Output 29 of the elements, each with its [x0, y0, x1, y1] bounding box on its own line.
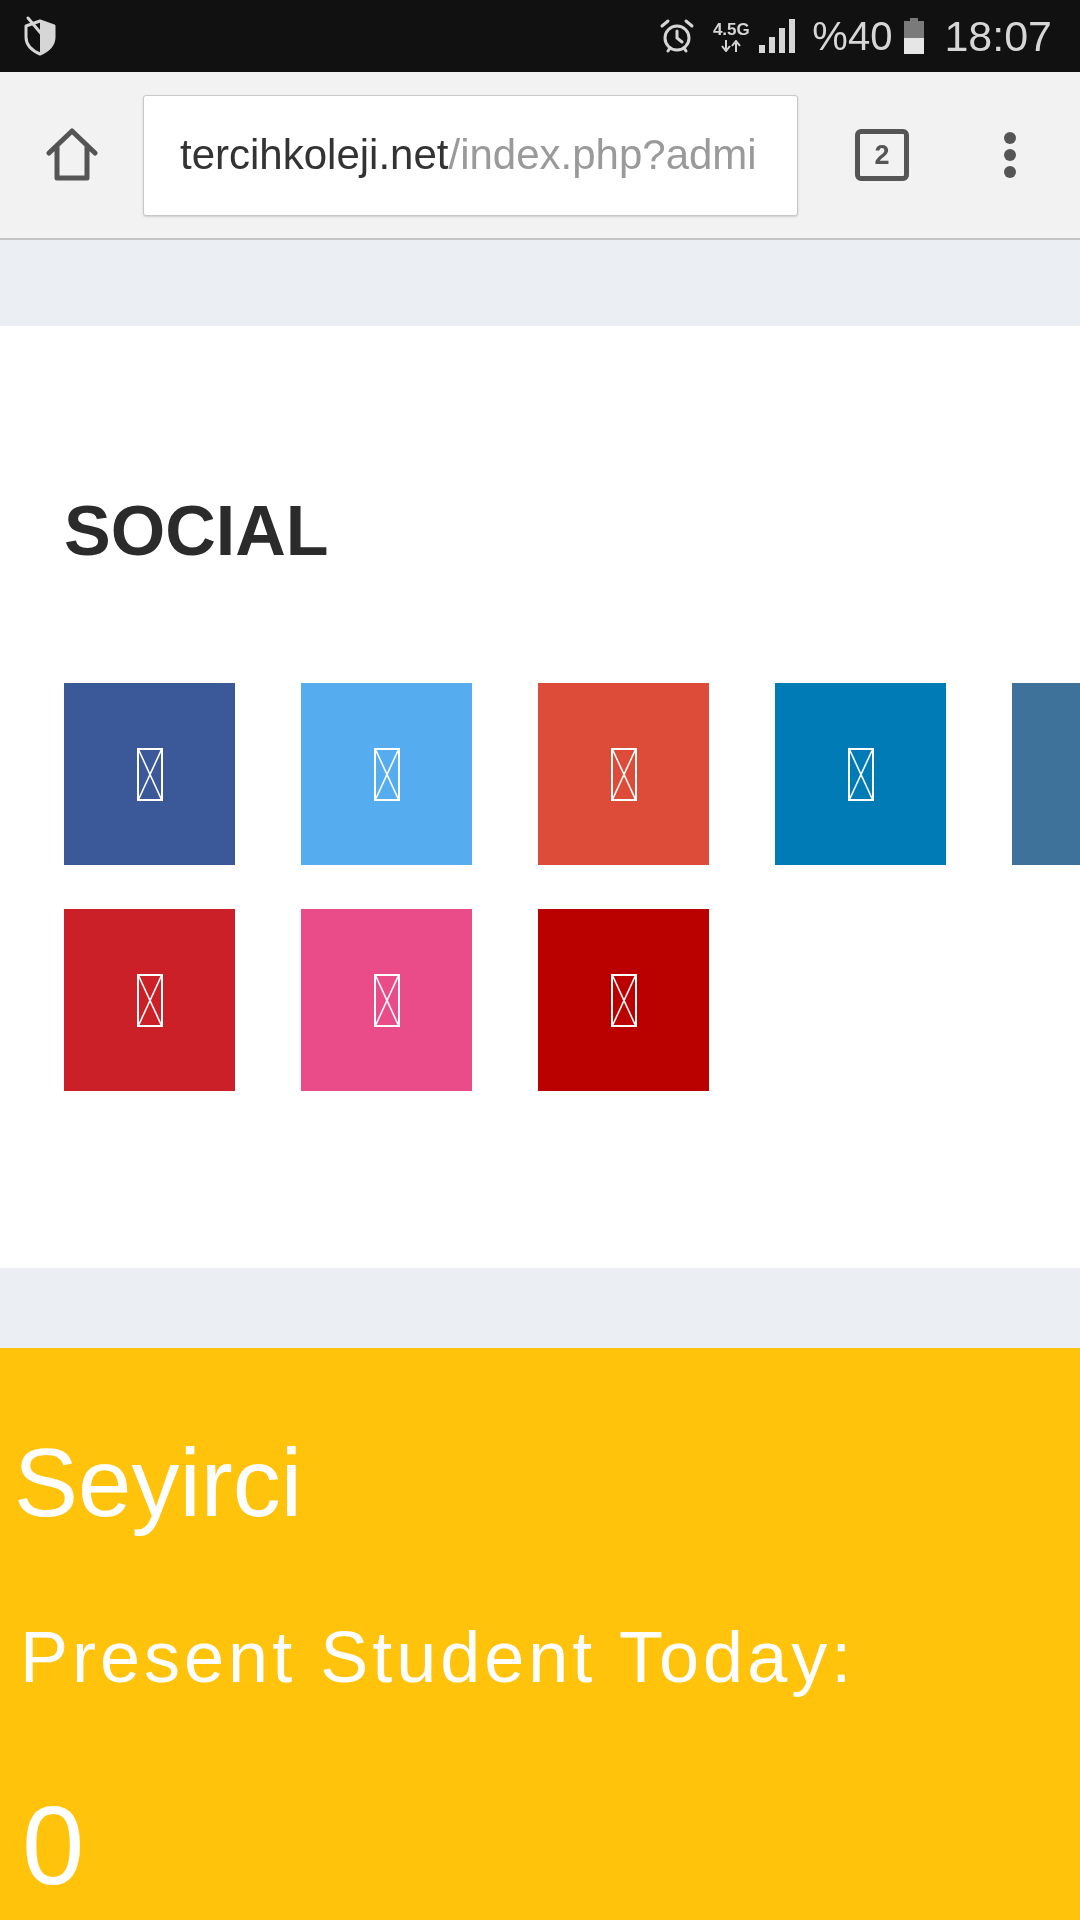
social-link[interactable]: [301, 909, 472, 1091]
section-title: SOCIAL: [64, 496, 329, 566]
social-link[interactable]: [775, 683, 946, 865]
crossed-box-icon: [373, 747, 400, 801]
crossed-box-icon: [373, 973, 400, 1027]
crossed-box-icon: [136, 747, 163, 801]
battery-percentage: %40: [812, 16, 893, 56]
social-link[interactable]: [538, 683, 709, 865]
crossed-box-icon: [136, 973, 163, 1027]
visitor-title: Seyirci: [14, 1428, 303, 1538]
network-type-label: 4.5G: [712, 20, 750, 39]
address-bar[interactable]: tercihkoleji.net/index.php?admi: [143, 94, 798, 216]
home-icon[interactable]: [45, 128, 99, 182]
more-vertical-icon[interactable]: [1003, 131, 1017, 179]
social-link[interactable]: [538, 909, 709, 1091]
social-link[interactable]: [1012, 683, 1080, 865]
data-arrows-icon: [721, 39, 742, 52]
signal-bars-icon: [759, 19, 797, 53]
social-link[interactable]: [64, 909, 235, 1091]
crossed-box-icon: [610, 973, 637, 1027]
battery-icon: [904, 18, 925, 54]
crossed-box-icon: [847, 747, 874, 801]
alarm-clock-icon: [659, 18, 696, 54]
social-link[interactable]: [64, 683, 235, 865]
present-student-count: 0: [22, 1790, 85, 1902]
status-time: 18:07: [944, 14, 1052, 58]
social-link[interactable]: [301, 683, 472, 865]
tab-switcher-button[interactable]: 2: [855, 129, 909, 181]
crossed-box-icon: [610, 747, 637, 801]
